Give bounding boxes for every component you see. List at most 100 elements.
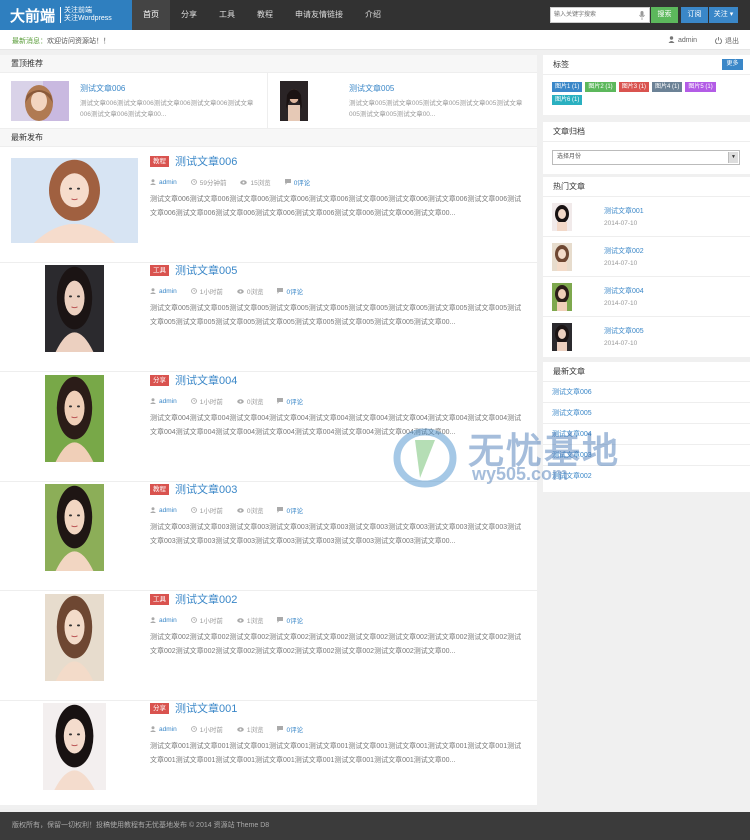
hot-post-thumbnail[interactable]	[552, 323, 572, 353]
hot-post-item[interactable]: 测试文章005 2014-07-10	[543, 317, 750, 357]
post-item: 分享 测试文章001 admin 1小时前 1浏览 0评论 测试文章001测试文…	[0, 700, 537, 810]
post-thumbnail[interactable]	[45, 265, 104, 352]
user-link[interactable]: admin	[668, 36, 697, 45]
tags-widget: 标签 更多 图片1 (1) 图片2 (1) 图片3 (1) 图片4 (1) 图片…	[543, 55, 750, 115]
post-comments[interactable]: 0评论	[284, 177, 310, 187]
archive-widget-title: 文章归档	[543, 122, 750, 142]
hot-post-title[interactable]: 测试文章001	[604, 206, 644, 216]
post-thumbnail[interactable]	[45, 484, 104, 571]
nav-item-tools[interactable]: 工具	[208, 0, 246, 30]
power-icon	[715, 36, 722, 46]
nav-item-home[interactable]: 首页	[132, 0, 170, 30]
tag-item[interactable]: 图片6 (1)	[552, 95, 583, 105]
post-views-text: 0浏览	[246, 399, 264, 406]
category-badge[interactable]: 教程	[150, 484, 169, 495]
top-navbar: 大前端 关注前端 关注Wordpress 首页 分享 工具 教程 申请友情链接 …	[0, 0, 750, 30]
more-tags-button[interactable]: 更多	[722, 59, 743, 70]
notice-text: 欢迎访问资源站！！	[47, 38, 110, 45]
hot-post-thumbnail[interactable]	[552, 283, 572, 313]
category-badge[interactable]: 工具	[150, 594, 169, 605]
top-recommend-item[interactable]: 测试文章006 测试文章006测试文章006测试文章006测试文章006测试文章…	[0, 73, 268, 129]
tag-item[interactable]: 图片1 (1)	[552, 82, 583, 92]
logo-text: 大前端	[10, 7, 56, 25]
footer: 版权所有，保留一切权利！投稿使用教程有无忧基地发布 © 2014 资源站 The…	[0, 812, 750, 840]
post-author[interactable]: admin	[150, 177, 177, 187]
top-recommend-item[interactable]: 测试文章005 测试文章005测试文章005测试文章005测试文章005测试文章…	[269, 73, 537, 129]
tag-item[interactable]: 图片3 (1)	[618, 82, 650, 92]
post-thumbnail[interactable]	[45, 594, 104, 681]
hot-post-item[interactable]: 测试文章004 2014-07-10	[543, 277, 750, 317]
site-logo[interactable]: 大前端 关注前端 关注Wordpress	[0, 0, 132, 30]
author-name: admin	[159, 397, 177, 405]
post-author[interactable]: admin	[150, 505, 177, 515]
search-input[interactable]	[551, 8, 637, 22]
post-title[interactable]: 测试文章004	[175, 372, 237, 388]
post-comments-text: 0评论	[286, 508, 304, 515]
hot-post-item[interactable]: 测试文章001 2014-07-10	[543, 197, 750, 237]
tag-item[interactable]: 图片5 (1)	[685, 82, 716, 92]
logout-label: 退出	[725, 38, 739, 45]
post-title[interactable]: 测试文章003	[175, 481, 237, 497]
post-thumbnail[interactable]	[280, 81, 308, 121]
top-recommend-title[interactable]: 测试文章005	[349, 83, 394, 94]
hot-post-date: 2014-07-10	[604, 220, 638, 227]
post-comments[interactable]: 0评论	[277, 615, 303, 625]
post-thumbnail[interactable]	[45, 375, 104, 462]
hot-post-title[interactable]: 测试文章004	[604, 286, 644, 296]
category-badge[interactable]: 教程	[150, 156, 169, 167]
post-comments[interactable]: 0评论	[277, 724, 303, 734]
tag-item[interactable]: 图片4 (1)	[652, 82, 683, 92]
post-thumbnail[interactable]	[11, 81, 69, 121]
tag-item[interactable]: 图片2 (1)	[585, 82, 616, 92]
logout-link[interactable]: 退出	[715, 36, 739, 46]
post-title[interactable]: 测试文章002	[175, 591, 237, 607]
post-comments[interactable]: 0评论	[277, 396, 303, 406]
hot-post-item[interactable]: 测试文章002 2014-07-10	[543, 237, 750, 277]
post-comments[interactable]: 0评论	[277, 505, 303, 515]
new-post-link[interactable]: 测试文章004	[543, 424, 750, 445]
new-post-link[interactable]: 测试文章002	[543, 466, 750, 487]
post-comments[interactable]: 0评论	[277, 286, 303, 296]
new-post-link[interactable]: 测试文章006	[543, 382, 750, 403]
post-time: 59分钟前	[190, 177, 226, 187]
footer-text: 版权所有，保留一切权利！投稿使用教程有无忧基地发布 © 2014 资源站 The…	[12, 822, 270, 829]
hot-post-thumbnail[interactable]	[552, 243, 572, 273]
nav-item-tutorial[interactable]: 教程	[246, 0, 284, 30]
follow-button[interactable]: 关注 ▾	[709, 7, 738, 23]
post-views: 15浏览	[240, 177, 271, 187]
top-recommend-title[interactable]: 测试文章006	[80, 83, 125, 94]
hot-post-title[interactable]: 测试文章005	[604, 326, 644, 336]
post-author[interactable]: admin	[150, 286, 177, 296]
post-title[interactable]: 测试文章001	[175, 700, 237, 716]
microphone-icon[interactable]	[637, 9, 647, 21]
subscribe-button[interactable]: 订阅	[681, 7, 708, 23]
search-button[interactable]: 搜索	[651, 7, 678, 23]
category-badge[interactable]: 分享	[150, 703, 169, 714]
post-author[interactable]: admin	[150, 724, 177, 734]
post-item: 教程 测试文章003 admin 1小时前 0浏览 0评论 测试文章003测试文…	[0, 481, 537, 591]
post-views: 1浏览	[237, 724, 263, 734]
post-meta: admin 59分钟前 15浏览 0评论	[150, 177, 310, 187]
post-thumbnail[interactable]	[43, 703, 106, 790]
new-posts-widget: 最新文章 测试文章006 测试文章005 测试文章004 测试文章003 测试文…	[543, 362, 750, 492]
tag-cloud: 图片1 (1) 图片2 (1) 图片3 (1) 图片4 (1) 图片5 (1) …	[552, 82, 742, 105]
clock-icon	[190, 617, 197, 623]
post-author[interactable]: admin	[150, 615, 177, 625]
category-badge[interactable]: 工具	[150, 265, 169, 276]
post-thumbnail[interactable]	[11, 158, 138, 243]
category-badge[interactable]: 分享	[150, 375, 169, 386]
hot-post-title[interactable]: 测试文章002	[604, 246, 644, 256]
author-name: admin	[159, 287, 177, 295]
nav-item-friend-link[interactable]: 申请友情链接	[284, 0, 354, 30]
new-post-link[interactable]: 测试文章005	[543, 403, 750, 424]
top-recommend-heading: 置顶推荐	[0, 55, 537, 73]
new-post-link[interactable]: 测试文章003	[543, 445, 750, 466]
post-item: 分享 测试文章004 admin 1小时前 0浏览 0评论 测试文章004测试文…	[0, 372, 537, 482]
nav-item-share[interactable]: 分享	[170, 0, 208, 30]
post-title[interactable]: 测试文章006	[175, 153, 237, 169]
post-author[interactable]: admin	[150, 396, 177, 406]
post-title[interactable]: 测试文章005	[175, 262, 237, 278]
archive-month-select[interactable]: 选择月份 ▼	[552, 150, 740, 165]
hot-post-thumbnail[interactable]	[552, 203, 572, 233]
nav-item-about[interactable]: 介绍	[354, 0, 392, 30]
